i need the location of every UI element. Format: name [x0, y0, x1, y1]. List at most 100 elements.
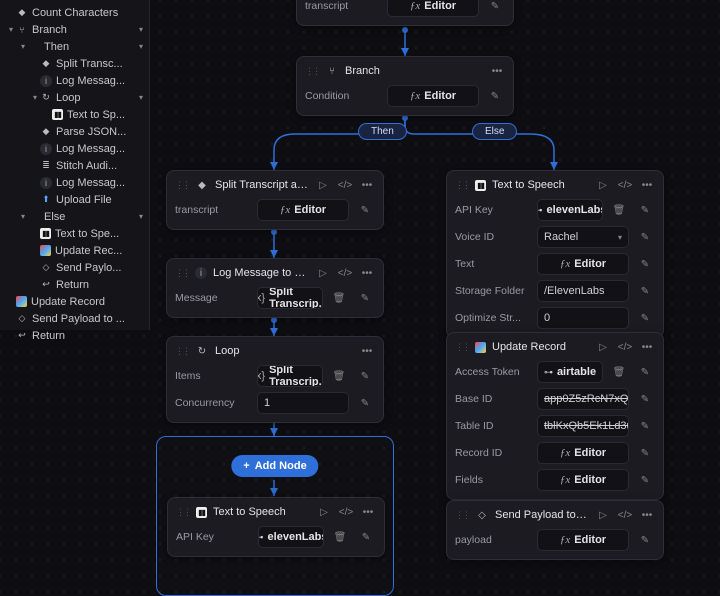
- edit-button[interactable]: ✎: [355, 392, 375, 414]
- edit-button[interactable]: ✎: [635, 388, 655, 410]
- code-button[interactable]: </>: [617, 177, 633, 193]
- tree-item[interactable]: ▸Update Rec...: [0, 242, 149, 259]
- tree-item[interactable]: ▸◆Parse JSON...: [0, 123, 149, 140]
- delete-button[interactable]: 🗑: [329, 287, 349, 309]
- node-branch[interactable]: ⋮⋮ ⑂ Branch ••• Condition ƒxEditor ✎: [296, 56, 514, 116]
- workflow-canvas[interactable]: transcript ƒxEditor ✎ ⋮⋮ ⑂ Branch ••• Co…: [150, 0, 720, 540]
- edit-button[interactable]: ✎: [356, 526, 376, 548]
- drag-handle[interactable]: ⋮⋮: [175, 180, 189, 191]
- run-button[interactable]: ▷: [315, 177, 331, 193]
- tree-item[interactable]: ▸◇Send Paylo...: [0, 259, 149, 276]
- delete-button[interactable]: 🗑: [609, 361, 629, 383]
- tree-item[interactable]: ▸iLog Messag...: [0, 140, 149, 157]
- run-button[interactable]: ▷: [595, 507, 611, 523]
- delete-button[interactable]: 🗑: [330, 526, 350, 548]
- tree-item[interactable]: ▸↩Return: [0, 327, 149, 344]
- tree-item[interactable]: ▾Else▾: [0, 208, 149, 225]
- node-text-to-speech-inner[interactable]: ⋮⋮ ▮▮ Text to Speech ▷ </> ••• API Key ⊶…: [167, 497, 385, 557]
- add-node-button[interactable]: + Add Node: [231, 455, 318, 477]
- variable-field[interactable]: {x}Split Transcrip...: [257, 365, 323, 387]
- run-button[interactable]: ▷: [595, 339, 611, 355]
- editor-field[interactable]: ƒxEditor: [257, 199, 349, 221]
- drag-handle[interactable]: ⋮⋮: [455, 342, 469, 353]
- edit-button[interactable]: ✎: [635, 442, 655, 464]
- edit-button[interactable]: ✎: [635, 361, 655, 383]
- more-button[interactable]: •••: [359, 343, 375, 359]
- drag-handle[interactable]: ⋮⋮: [455, 180, 469, 191]
- node-split-transcript[interactable]: ⋮⋮ ◆ Split Transcript at ... ▷ </> ••• t…: [166, 170, 384, 230]
- chevron-down-icon[interactable]: ▾: [30, 93, 40, 102]
- node-loop[interactable]: ⋮⋮ ↻ Loop ••• Items {x}Split Transcrip..…: [166, 336, 384, 423]
- drag-handle[interactable]: ⋮⋮: [455, 510, 469, 521]
- chevron-down-icon[interactable]: ▾: [139, 93, 143, 102]
- branch-else-pill[interactable]: Else: [472, 123, 517, 140]
- variable-field[interactable]: {x}Split Transcrip...: [257, 287, 323, 309]
- chevron-down-icon[interactable]: ▾: [139, 25, 143, 34]
- number-field[interactable]: 0: [537, 307, 629, 329]
- loop-container[interactable]: + Add Node ⋮⋮ ▮▮ Text to Speech ▷ </> ••…: [156, 436, 394, 596]
- node-log-message[interactable]: ⋮⋮ i Log Message to Co... ▷ </> ••• Mess…: [166, 258, 384, 318]
- editor-field[interactable]: ƒxEditor: [537, 442, 629, 464]
- editor-field[interactable]: ƒxEditor: [537, 529, 629, 551]
- run-button[interactable]: ▷: [595, 177, 611, 193]
- code-button[interactable]: </>: [617, 339, 633, 355]
- tree-item[interactable]: ▾Then▾: [0, 38, 149, 55]
- delete-button[interactable]: 🗑: [329, 365, 349, 387]
- editor-field[interactable]: ƒxEditor: [537, 253, 629, 275]
- tree-item[interactable]: ▸◇Send Payload to ...: [0, 310, 149, 327]
- node-send-payload[interactable]: ⋮⋮ ◇ Send Payload to W... ▷ </> ••• payl…: [446, 500, 664, 560]
- edit-button[interactable]: ✎: [635, 253, 655, 275]
- chevron-down-icon[interactable]: ▾: [139, 212, 143, 221]
- editor-field[interactable]: ƒxEditor: [387, 85, 479, 107]
- node-text-to-speech[interactable]: ⋮⋮ ▮▮ Text to Speech ▷ </> ••• API Key ⊶…: [446, 170, 664, 338]
- run-button[interactable]: ▷: [315, 265, 331, 281]
- more-button[interactable]: •••: [639, 339, 655, 355]
- code-button[interactable]: </>: [338, 504, 354, 520]
- tree-item[interactable]: ▸◆Count Characters: [0, 4, 149, 21]
- edit-button[interactable]: ✎: [635, 307, 655, 329]
- branch-then-pill[interactable]: Then: [358, 123, 407, 140]
- edit-button[interactable]: ✎: [635, 280, 655, 302]
- secret-field[interactable]: ⊶elevenLabs: [258, 526, 324, 548]
- edit-button[interactable]: ✎: [355, 365, 375, 387]
- run-button[interactable]: ▷: [316, 504, 332, 520]
- edit-button[interactable]: ✎: [485, 0, 505, 17]
- edit-button[interactable]: ✎: [635, 415, 655, 437]
- select-field[interactable]: Rachel▾: [537, 226, 629, 248]
- more-button[interactable]: •••: [360, 504, 376, 520]
- edit-button[interactable]: ✎: [355, 199, 375, 221]
- tree-item[interactable]: ▸↩Return: [0, 276, 149, 293]
- tree-item[interactable]: ▸▮▮Text to Sp...: [0, 106, 149, 123]
- chevron-down-icon[interactable]: ▾: [18, 42, 28, 51]
- node-update-record[interactable]: ⋮⋮ Update Record ▷ </> ••• Access Token …: [446, 332, 664, 500]
- code-button[interactable]: </>: [337, 265, 353, 281]
- code-button[interactable]: </>: [337, 177, 353, 193]
- edit-button[interactable]: ✎: [485, 85, 505, 107]
- more-button[interactable]: •••: [639, 177, 655, 193]
- more-button[interactable]: •••: [639, 507, 655, 523]
- edit-button[interactable]: ✎: [355, 287, 375, 309]
- chevron-down-icon[interactable]: ▾: [139, 42, 143, 51]
- node-previous[interactable]: transcript ƒxEditor ✎: [296, 0, 514, 26]
- edit-button[interactable]: ✎: [635, 469, 655, 491]
- drag-handle[interactable]: ⋮⋮: [175, 346, 189, 357]
- drag-handle[interactable]: ⋮⋮: [176, 507, 190, 518]
- chevron-down-icon[interactable]: ▾: [18, 212, 28, 221]
- text-field[interactable]: app0Z5zRcN7xQ2mPj: [537, 388, 629, 410]
- text-field[interactable]: tblKxQb5Ek1Ld3ur6Q: [537, 415, 629, 437]
- delete-button[interactable]: 🗑: [609, 199, 629, 221]
- secret-field[interactable]: ⊶elevenLabs: [537, 199, 603, 221]
- tree-item[interactable]: ▸▮▮Text to Spe...: [0, 225, 149, 242]
- chevron-down-icon[interactable]: ▾: [6, 25, 16, 34]
- tree-item[interactable]: ▸iLog Messag...: [0, 174, 149, 191]
- edit-button[interactable]: ✎: [635, 226, 655, 248]
- tree-item[interactable]: ▸iLog Messag...: [0, 72, 149, 89]
- more-button[interactable]: •••: [359, 265, 375, 281]
- editor-field[interactable]: ƒxEditor: [387, 0, 479, 17]
- more-button[interactable]: •••: [359, 177, 375, 193]
- more-button[interactable]: •••: [489, 63, 505, 79]
- tree-item[interactable]: ▸⬆Upload File: [0, 191, 149, 208]
- tree-item[interactable]: ▾↻Loop▾: [0, 89, 149, 106]
- tree-item[interactable]: ▸≣Stitch Audi...: [0, 157, 149, 174]
- drag-handle[interactable]: ⋮⋮: [175, 268, 189, 279]
